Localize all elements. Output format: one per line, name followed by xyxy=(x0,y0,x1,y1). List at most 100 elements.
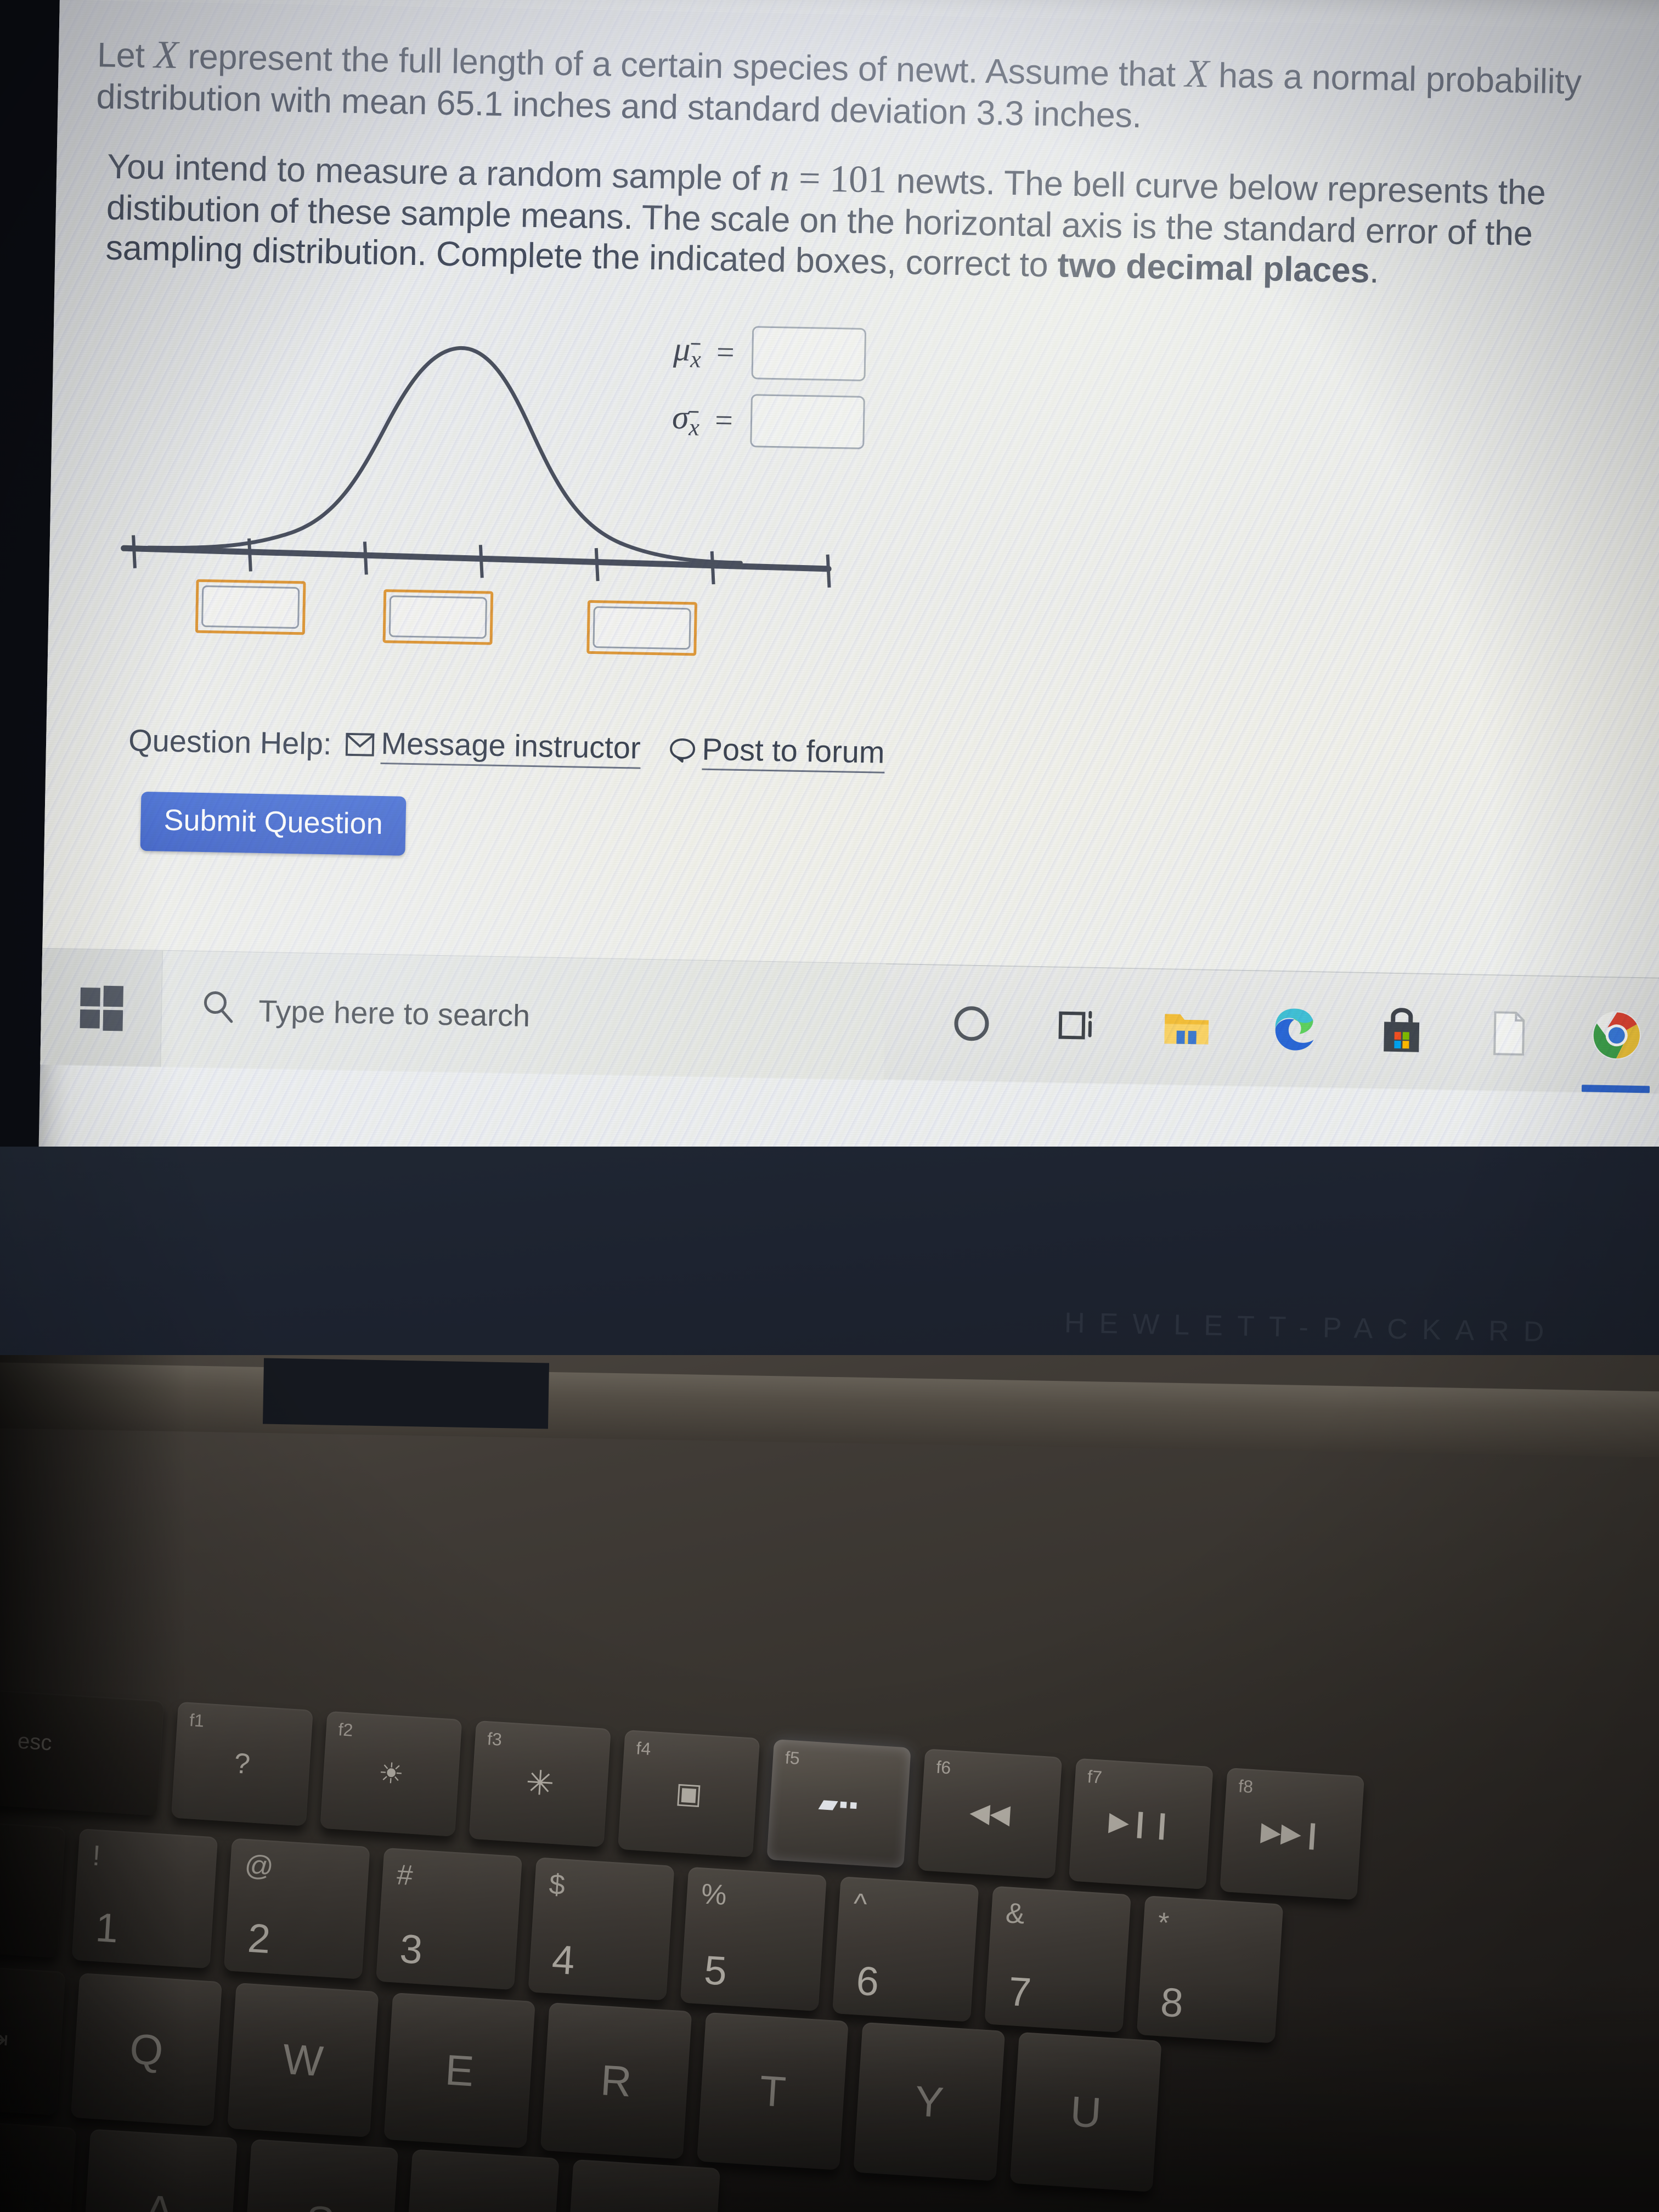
cortana-icon[interactable] xyxy=(945,997,998,1051)
sigma-equals-sign: = xyxy=(714,402,733,438)
sample-size-value: 101 xyxy=(829,157,888,201)
key-f8-fn-label: f8 xyxy=(1238,1776,1254,1797)
key-esc-label: esc xyxy=(16,1729,53,1756)
bell-curve-figure: μx = σx = xyxy=(113,294,1601,704)
key-f8[interactable]: f8 ▶▶❙ xyxy=(1220,1768,1365,1900)
question-paragraph-2: You intend to measure a random sample of… xyxy=(93,142,1643,296)
mu-xbar-row: μx = xyxy=(673,325,867,382)
key-tab[interactable] xyxy=(0,1821,66,1958)
speech-bubble-icon xyxy=(669,737,696,763)
tick-answer-box-2[interactable] xyxy=(382,589,494,645)
key-2-shifted: @ xyxy=(244,1849,275,1883)
key-7[interactable]: & 7 xyxy=(984,1886,1131,2033)
key-t[interactable]: T xyxy=(697,2012,849,2170)
key-s-label: S xyxy=(304,2196,336,2212)
brightness-down-icon: ☀ xyxy=(377,1757,405,1791)
key-1-shifted: ! xyxy=(91,1839,101,1872)
post-to-forum-link[interactable]: Post to forum xyxy=(669,731,885,774)
key-4-shifted: $ xyxy=(548,1868,566,1901)
key-f[interactable]: F xyxy=(563,2159,721,2212)
bell-curve-path xyxy=(146,346,743,565)
submit-question-button[interactable]: Submit Question xyxy=(140,792,407,856)
key-f4[interactable]: f4 ▣ xyxy=(618,1729,760,1858)
equals-sign: = xyxy=(789,157,831,200)
key-f7[interactable]: f7 ▶❙❙ xyxy=(1069,1758,1214,1889)
document-icon[interactable] xyxy=(1482,1007,1536,1060)
key-7-shifted: & xyxy=(1005,1897,1026,1931)
windows-start-icon[interactable] xyxy=(40,948,162,1067)
task-view-icon[interactable] xyxy=(1052,998,1106,1052)
search-icon xyxy=(201,989,236,1031)
tick-answer-input-1[interactable] xyxy=(201,585,300,629)
google-chrome-icon[interactable] xyxy=(1590,1008,1644,1062)
search-input[interactable]: Type here to search xyxy=(160,950,886,1080)
key-1[interactable]: ! 1 xyxy=(71,1828,218,1969)
key-5-shifted: % xyxy=(700,1878,728,1912)
play-pause-icon: ▶❙❙ xyxy=(1108,1807,1175,1840)
key-2[interactable]: @ 2 xyxy=(223,1838,370,1979)
variable-X-1: X xyxy=(154,32,179,77)
message-instructor-link[interactable]: Message instructor xyxy=(346,725,641,769)
file-explorer-icon[interactable] xyxy=(1160,1001,1214,1054)
key-f1-fn-label: f1 xyxy=(189,1710,205,1731)
microsoft-edge-icon[interactable] xyxy=(1267,1003,1321,1057)
variable-X-2: X xyxy=(1184,51,1210,96)
key-f7-fn-label: f7 xyxy=(1086,1767,1103,1787)
key-5[interactable]: % 5 xyxy=(680,1866,827,2012)
key-tab-left[interactable]: ⇥ xyxy=(0,1964,66,2115)
key-4-primary: 4 xyxy=(550,1936,577,1983)
mu-xbar-input[interactable] xyxy=(751,326,867,382)
key-esc[interactable]: esc xyxy=(0,1690,165,1816)
key-6-shifted: ^ xyxy=(852,1887,868,1921)
key-d-label: D xyxy=(464,2206,498,2212)
key-3[interactable]: # 3 xyxy=(376,1847,522,1990)
key-3-shifted: # xyxy=(396,1859,414,1892)
horizontal-axis xyxy=(121,545,832,572)
tick-answer-box-1[interactable] xyxy=(195,579,306,635)
key-f5-fn-label: f5 xyxy=(784,1747,800,1768)
tick-answer-input-3[interactable] xyxy=(592,606,691,650)
key-a[interactable]: A xyxy=(81,2129,238,2212)
laptop-photo: Let X represent the full length of a cer… xyxy=(0,0,1659,2212)
key-f1[interactable]: f1 ? xyxy=(171,1701,313,1826)
key-3-primary: 3 xyxy=(398,1926,424,1973)
key-w[interactable]: W xyxy=(227,1983,379,2137)
key-s[interactable]: S xyxy=(241,2138,399,2212)
key-q[interactable]: Q xyxy=(70,1973,222,2126)
key-7-primary: 7 xyxy=(1007,1968,1033,2016)
key-8-primary: 8 xyxy=(1159,1979,1185,2026)
laptop-base: esc f1 ? f2 ☀ f3 ✳ f4 ▣ f5 ▰▪▪ f6 ◀◀ f7 … xyxy=(0,1355,1659,2212)
key-capslock[interactable] xyxy=(0,2118,77,2212)
laptop-hinge-recess xyxy=(262,1358,550,1429)
key-f3-fn-label: f3 xyxy=(487,1729,503,1750)
key-f2-fn-label: f2 xyxy=(337,1719,354,1740)
key-d[interactable]: D xyxy=(403,2149,560,2212)
tab-icon: ⇥ xyxy=(0,2025,9,2054)
sigma-xbar-input[interactable] xyxy=(749,394,865,450)
key-f6[interactable]: f6 ◀◀ xyxy=(917,1748,1063,1879)
tick-answer-input-2[interactable] xyxy=(388,595,488,639)
tick-answer-box-3[interactable] xyxy=(586,600,697,656)
key-f4-fn-label: f4 xyxy=(635,1738,652,1759)
message-instructor-label: Message instructor xyxy=(380,725,641,769)
browser-page: Let X represent the full length of a cer… xyxy=(40,0,1659,1094)
key-f2[interactable]: f2 ☀ xyxy=(320,1711,462,1837)
key-8-shifted: * xyxy=(1156,1906,1170,1939)
envelope-icon xyxy=(346,732,375,757)
key-e[interactable]: E xyxy=(383,1992,535,2148)
key-6[interactable]: ^ 6 xyxy=(832,1876,979,2022)
key-f5[interactable]: f5 ▰▪▪ xyxy=(766,1739,911,1869)
variable-n: n xyxy=(769,155,790,200)
key-u[interactable]: U xyxy=(1009,2032,1162,2192)
microsoft-store-icon[interactable] xyxy=(1375,1005,1429,1058)
key-4[interactable]: $ 4 xyxy=(528,1857,675,2001)
sigma-xbar-row: σx = xyxy=(672,393,865,450)
taskbar-icon-group xyxy=(945,997,1644,1062)
post-to-forum-label: Post to forum xyxy=(701,731,885,774)
key-f3[interactable]: f3 ✳ xyxy=(469,1720,611,1847)
key-q-label: Q xyxy=(128,2024,165,2075)
key-y[interactable]: Y xyxy=(853,2022,1006,2181)
key-8[interactable]: * 8 xyxy=(1136,1895,1284,2044)
laptop-screen: Let X represent the full length of a cer… xyxy=(37,0,1659,1215)
key-r[interactable]: R xyxy=(540,2002,692,2159)
